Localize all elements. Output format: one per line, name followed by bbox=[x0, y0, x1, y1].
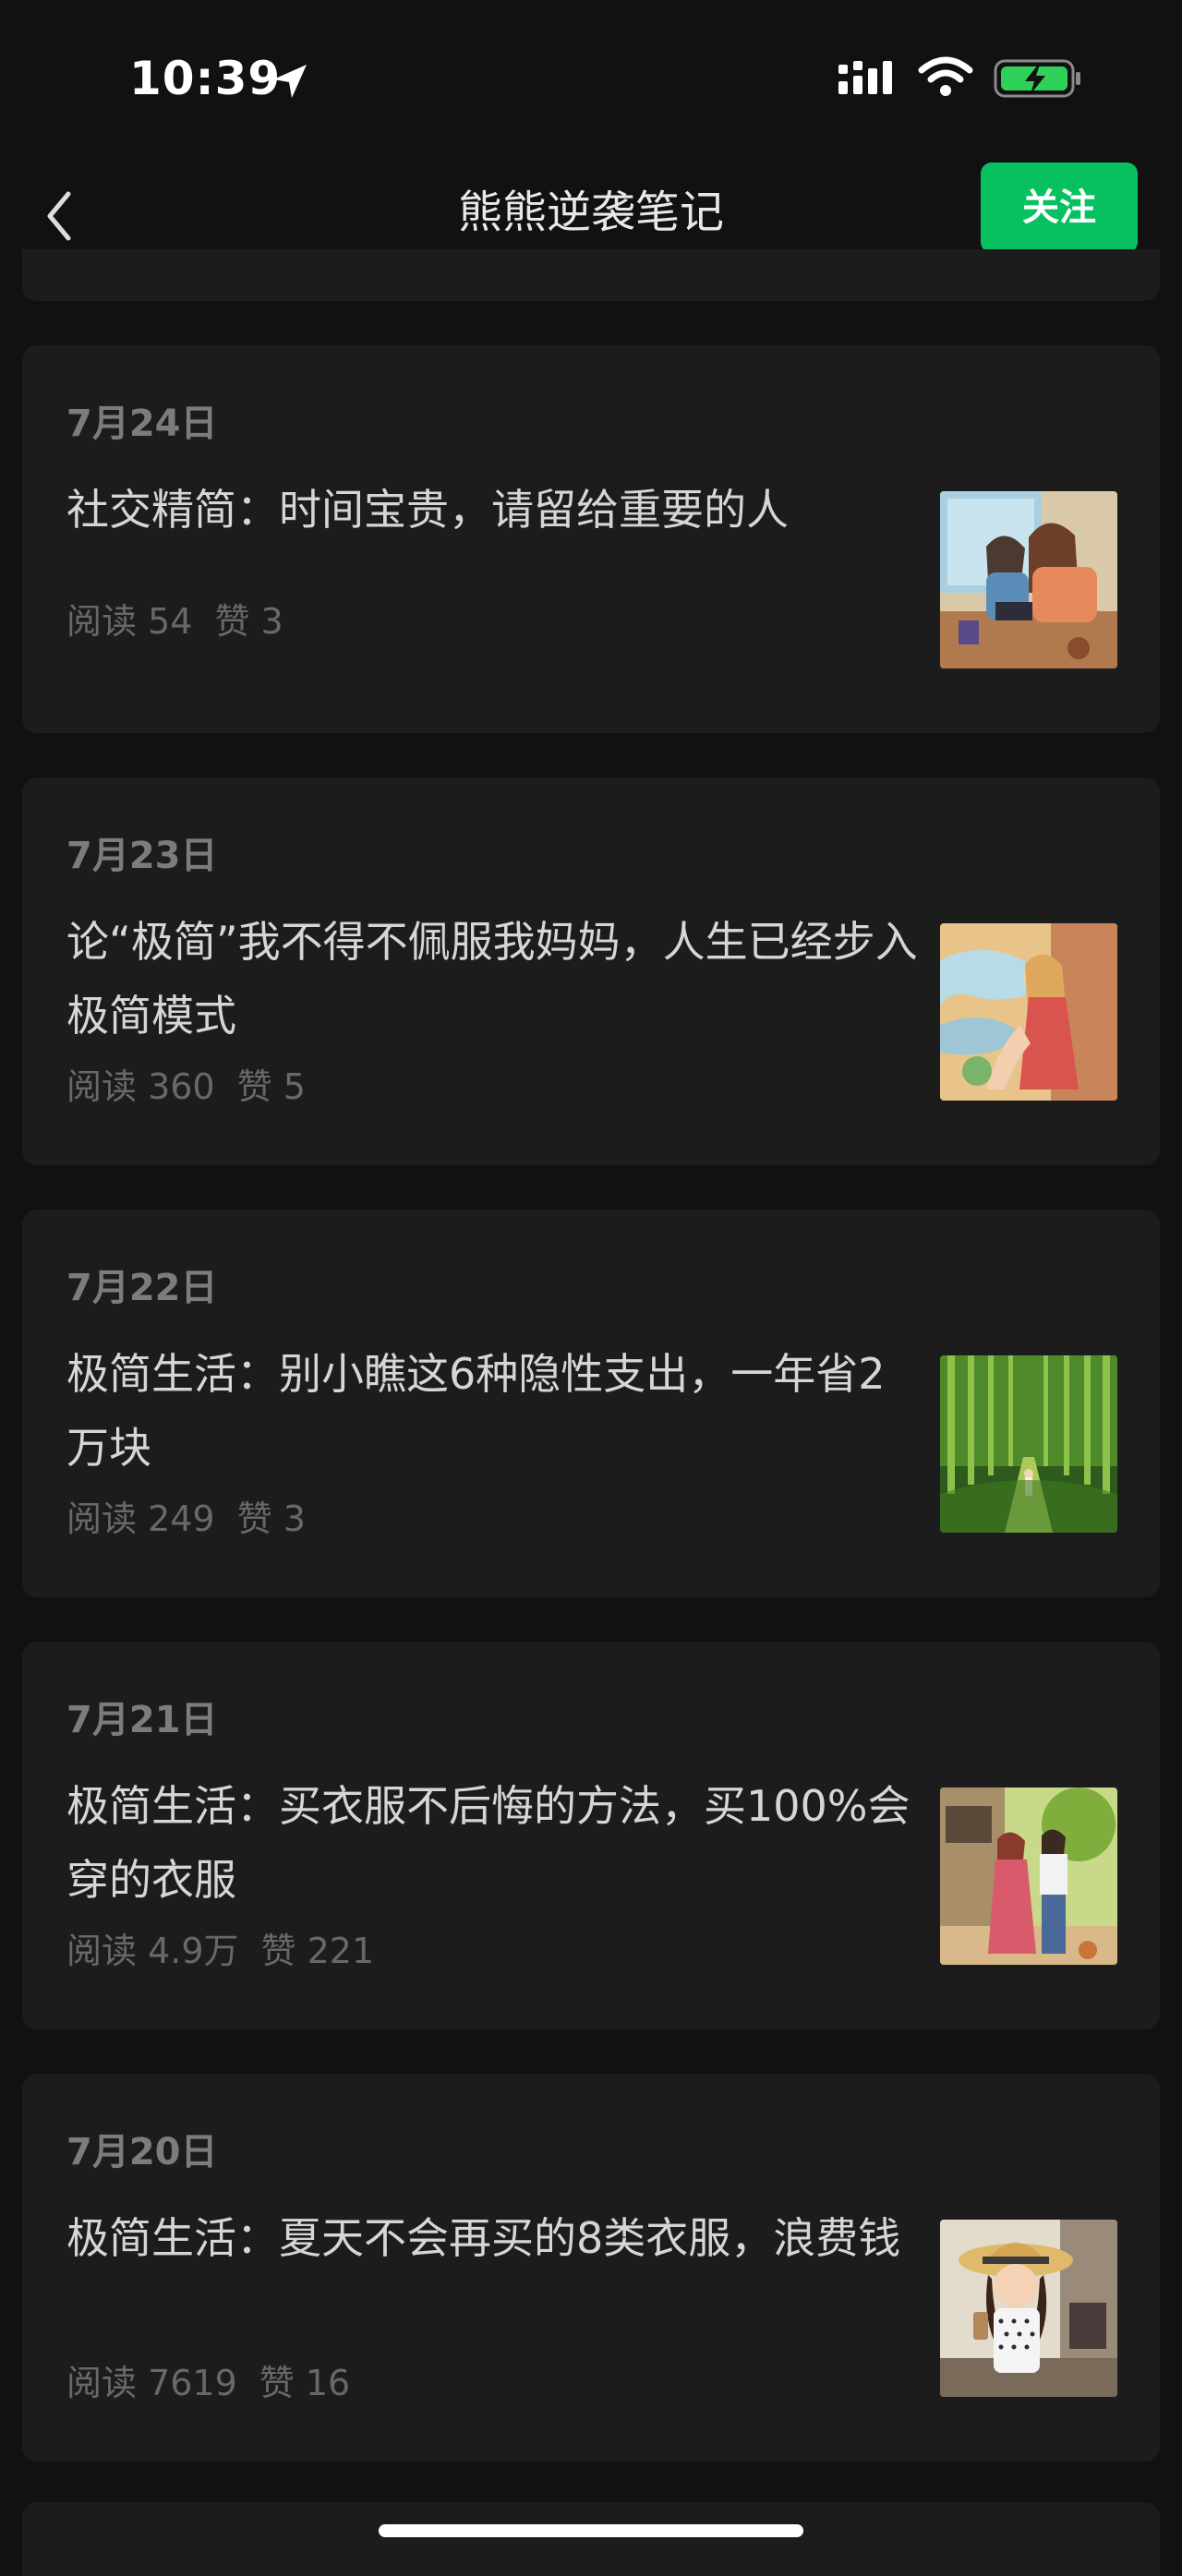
article-title[interactable]: 极简生活：别小瞧这6种隐性支出，一年省2万块 bbox=[66, 1337, 925, 1485]
article-title[interactable]: 社交精简：时间宝贵，请留给重要的人 bbox=[66, 473, 925, 547]
thumbnail-image bbox=[940, 491, 1117, 668]
article-card[interactable]: 7月22日 极简生活：别小瞧这6种隐性支出，一年省2万块 阅读 249 赞 3 bbox=[22, 1210, 1160, 1597]
thumbnail-image bbox=[940, 2220, 1117, 2397]
article-date: 7月23日 bbox=[66, 835, 218, 877]
read-count: 阅读 54 bbox=[66, 601, 193, 642]
like-count: 赞 3 bbox=[236, 1499, 306, 1539]
article-title[interactable]: 论“极简”我不得不佩服我妈妈，人生已经步入极简模式 bbox=[66, 905, 925, 1053]
article-card[interactable]: 7月23日 论“极简”我不得不佩服我妈妈，人生已经步入极简模式 阅读 360 赞 … bbox=[22, 777, 1160, 1165]
article-stats: 阅读 54 赞 3 bbox=[66, 593, 283, 644]
thumbnail-image bbox=[940, 923, 1117, 1101]
article-thumbnail[interactable] bbox=[940, 2220, 1117, 2397]
article-stats: 阅读 4.9万赞 221 bbox=[66, 1922, 374, 1973]
article-card[interactable]: 7月20日 极简生活：夏天不会再买的8类衣服，浪费钱 阅读 7619 赞 16 bbox=[22, 2074, 1160, 2462]
article-date: 7月22日 bbox=[66, 1267, 218, 1309]
article-title[interactable]: 极简生活：买衣服不后悔的方法，买100%会穿的衣服 bbox=[66, 1769, 925, 1917]
like-count: 赞 3 bbox=[214, 601, 283, 642]
read-count: 阅读 249 bbox=[66, 1499, 215, 1539]
read-count: 阅读 360 bbox=[66, 1066, 215, 1107]
previous-article-card[interactable] bbox=[22, 249, 1160, 301]
article-date: 7月21日 bbox=[66, 1699, 218, 1741]
thumbnail-image bbox=[940, 1355, 1117, 1533]
read-count: 阅读 7619 bbox=[66, 2363, 237, 2403]
article-stats: 阅读 249 赞 3 bbox=[66, 1490, 306, 1541]
like-count: 赞 16 bbox=[259, 2363, 351, 2403]
article-thumbnail[interactable] bbox=[940, 1788, 1117, 1965]
article-stats: 阅读 7619 赞 16 bbox=[66, 2354, 350, 2405]
article-date: 7月24日 bbox=[66, 403, 218, 445]
article-card[interactable]: 7月24日 社交精简：时间宝贵，请留给重要的人 阅读 54 赞 3 bbox=[22, 345, 1160, 733]
wifi-icon bbox=[918, 56, 973, 96]
article-date: 7月20日 bbox=[66, 2131, 218, 2173]
status-bar: 10:39 bbox=[0, 0, 1182, 148]
article-title[interactable]: 极简生活：夏天不会再买的8类衣服，浪费钱 bbox=[66, 2201, 925, 2275]
status-time: 10:39 bbox=[129, 52, 282, 105]
home-indicator[interactable] bbox=[379, 2524, 803, 2537]
location-arrow-icon bbox=[273, 65, 307, 98]
article-stats: 阅读 360 赞 5 bbox=[66, 1058, 306, 1109]
article-thumbnail[interactable] bbox=[940, 1355, 1117, 1533]
article-thumbnail[interactable] bbox=[940, 923, 1117, 1101]
read-count: 阅读 4.9万 bbox=[66, 1931, 239, 1971]
battery-charging-icon bbox=[994, 59, 1080, 98]
next-article-card[interactable] bbox=[22, 2502, 1160, 2576]
article-thumbnail[interactable] bbox=[940, 491, 1117, 668]
like-count: 赞 221 bbox=[260, 1931, 375, 1971]
follow-button[interactable]: 关注 bbox=[981, 163, 1138, 253]
cellular-signal-icon bbox=[838, 61, 892, 94]
thumbnail-image bbox=[940, 1788, 1117, 1965]
like-count: 赞 5 bbox=[236, 1066, 306, 1107]
article-card[interactable]: 7月21日 极简生活：买衣服不后悔的方法，买100%会穿的衣服 阅读 4.9万赞… bbox=[22, 1642, 1160, 2029]
